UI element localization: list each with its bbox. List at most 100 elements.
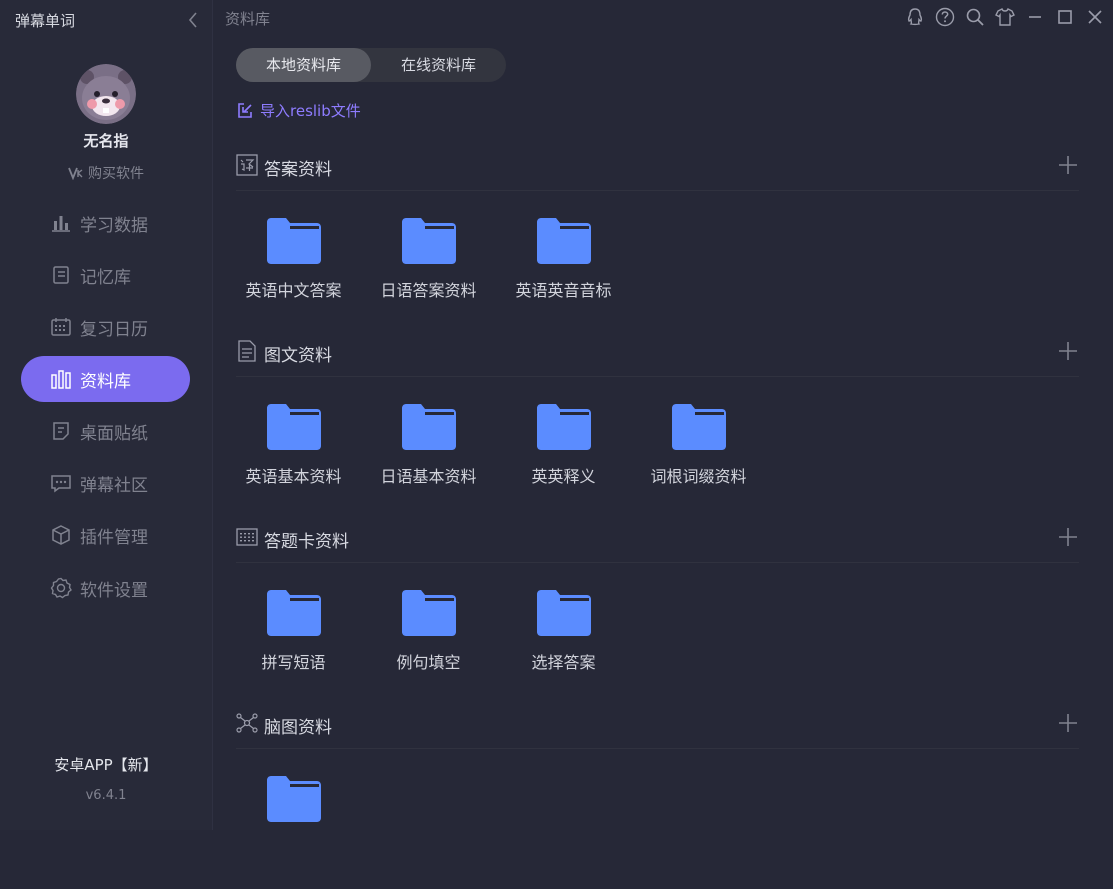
folder-item[interactable]: 词根词缀资料: [631, 403, 766, 487]
folder-item[interactable]: 日语答案资料: [361, 217, 496, 301]
section-mindmap-materials: 脑图资料: [236, 710, 1079, 889]
section-illustrated-materials: 图文资料 英语基本资料 日语基本资料 英英释义 词根词缀资料: [236, 338, 1079, 517]
mindmap-icon: [236, 713, 258, 733]
help-icon[interactable]: [935, 6, 955, 28]
section-header: 图文资料: [236, 338, 1079, 377]
import-reslib-link[interactable]: 导入reslib文件: [236, 100, 361, 121]
folder-icon: [536, 218, 591, 264]
folder-icon: [536, 590, 591, 636]
section-answer-materials: 答案资料 英语中文答案 日语答案资料 英语英音音标: [236, 152, 1079, 331]
folder-item[interactable]: 英英释义: [496, 403, 631, 487]
folder-icon: [401, 218, 456, 264]
sidebar-item-label: 软件设置: [80, 580, 148, 601]
folder-label: 例句填空: [396, 653, 461, 672]
folder-icon: [266, 776, 321, 822]
folder-label: 日语答案资料: [380, 281, 477, 300]
sidebar-item-plugins[interactable]: 插件管理: [21, 512, 190, 558]
library-tabs: 本地资料库 在线资料库: [236, 48, 506, 82]
section-header: 脑图资料: [236, 710, 1079, 749]
version-label: v6.4.1: [85, 788, 127, 803]
sidebar-item-calendar[interactable]: 复习日历: [21, 304, 190, 350]
folder-item[interactable]: 英语基本资料: [226, 403, 361, 487]
search-icon[interactable]: [965, 6, 985, 28]
sidebar-item-label: 记忆库: [80, 267, 131, 288]
add-icon[interactable]: [1057, 526, 1079, 548]
folder-icon: [536, 404, 591, 450]
add-icon[interactable]: [1057, 712, 1079, 734]
folder-item[interactable]: 英语英音音标: [496, 217, 631, 301]
folder-item[interactable]: 英语中文答案: [226, 217, 361, 301]
sidebar-item-label: 弹幕社区: [80, 475, 148, 496]
sidebar: 弹幕单词 无名指 购买软件 学习数据 记忆库 复习日历 资料库 桌面贴纸 弹幕社…: [0, 0, 213, 830]
calendar-icon: [51, 318, 71, 336]
sidebar-item-memory[interactable]: 记忆库: [21, 252, 190, 298]
page-title: 资料库: [225, 10, 271, 28]
sticky-note-icon: [53, 422, 69, 440]
sidebar-item-community[interactable]: 弹幕社区: [21, 460, 190, 506]
v-badge-icon: [68, 167, 83, 180]
folder-label: 日语基本资料: [380, 467, 477, 486]
folder-item[interactable]: 例句填空: [361, 589, 496, 673]
folder-icon: [266, 218, 321, 264]
folder-label: 英语英音音标: [515, 281, 612, 300]
chevron-left-icon[interactable]: [186, 10, 200, 30]
folder-icon: [401, 404, 456, 450]
section-title: 脑图资料: [264, 718, 332, 738]
qq-icon[interactable]: [905, 6, 925, 28]
sidebar-item-label: 桌面贴纸: [80, 423, 148, 444]
username: 无名指: [83, 132, 129, 150]
section-title: 答案资料: [264, 160, 332, 180]
folder-label: 英语基本资料: [245, 467, 342, 486]
folder-label: 词根词缀资料: [650, 467, 747, 486]
folder-item[interactable]: [226, 775, 361, 835]
chat-bubble-icon: [51, 475, 71, 493]
minimize-icon[interactable]: [1025, 6, 1045, 28]
buy-software-link[interactable]: 购买软件: [0, 163, 212, 183]
close-icon[interactable]: [1085, 6, 1105, 28]
sidebar-item-library[interactable]: 资料库: [21, 356, 190, 402]
bar-chart-icon: [52, 216, 70, 232]
maximize-icon[interactable]: [1055, 6, 1075, 28]
sidebar-item-label: 学习数据: [80, 215, 148, 236]
sidebar-item-settings[interactable]: 软件设置: [21, 565, 190, 611]
import-reslib-label: 导入reslib文件: [260, 102, 361, 120]
gear-icon: [50, 577, 72, 599]
folder-icon: [266, 404, 321, 450]
main-panel: 资料库 本地资料库 在线资料库 导入reslib文件 答案资料 英语中文答案 日…: [213, 0, 1113, 830]
add-icon[interactable]: [1057, 340, 1079, 362]
section-title: 图文资料: [264, 346, 332, 366]
folder-label: 选择答案: [531, 653, 596, 672]
tab-online-library[interactable]: 在线资料库: [371, 48, 506, 82]
folder-list: 拼写短语 例句填空 选择答案: [236, 563, 1079, 703]
section-header: 答案资料: [236, 152, 1079, 191]
folder-list: [236, 749, 1079, 889]
skin-shirt-icon[interactable]: [995, 6, 1015, 28]
sidebar-item-label: 复习日历: [80, 319, 148, 340]
app-title: 弹幕单词: [15, 12, 76, 30]
translate-icon: [236, 154, 258, 176]
android-app-link[interactable]: 安卓APP【新】: [0, 754, 212, 775]
avatar[interactable]: [76, 64, 136, 124]
notebook-icon: [53, 266, 69, 284]
sidebar-item-label: 插件管理: [80, 527, 148, 548]
folder-icon: [401, 590, 456, 636]
folder-list: 英语基本资料 日语基本资料 英英释义 词根词缀资料: [236, 377, 1079, 517]
folder-item[interactable]: 选择答案: [496, 589, 631, 673]
add-icon[interactable]: [1057, 154, 1079, 176]
sidebar-item-sticker[interactable]: 桌面贴纸: [21, 408, 190, 454]
import-icon: [238, 102, 252, 118]
grid-card-icon: [236, 528, 258, 546]
tab-local-library[interactable]: 本地资料库: [236, 48, 371, 82]
folder-label: 英语中文答案: [245, 281, 342, 300]
section-answer-card-materials: 答题卡资料 拼写短语 例句填空 选择答案: [236, 524, 1079, 703]
section-title: 答题卡资料: [264, 532, 349, 552]
document-icon: [238, 340, 256, 362]
folder-list: 英语中文答案 日语答案资料 英语英音音标: [236, 191, 1079, 331]
folder-item[interactable]: 拼写短语: [226, 589, 361, 673]
sidebar-item-stats[interactable]: 学习数据: [21, 200, 190, 246]
folder-item[interactable]: 日语基本资料: [361, 403, 496, 487]
books-icon: [51, 370, 71, 389]
cube-icon: [52, 525, 70, 545]
folder-icon: [266, 590, 321, 636]
window-controls: [895, 6, 1105, 28]
